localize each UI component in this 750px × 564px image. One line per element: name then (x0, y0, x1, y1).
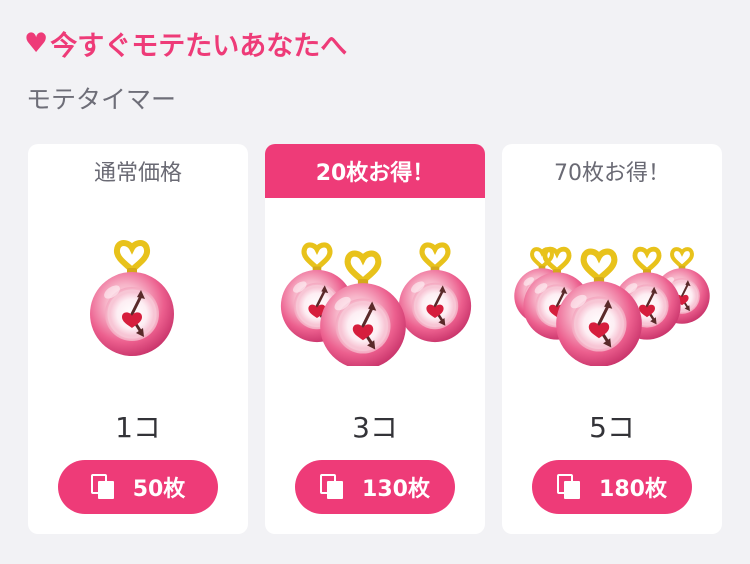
card-label: 通常価格 (93, 161, 182, 186)
timer-group-icon (265, 206, 485, 366)
buy-button-3[interactable]: 130枚 (295, 460, 455, 514)
quantity-label: 3コ (352, 411, 398, 444)
timer-icon (28, 206, 248, 366)
price-card-20-off: 20枚お得！ 3コ 130枚 (265, 144, 485, 534)
buy-button-5[interactable]: 180枚 (532, 460, 692, 514)
card-label: 70枚お得！ (554, 161, 670, 186)
price-card-normal: 通常価格 1コ 50枚 (28, 144, 248, 534)
price-label: 50枚 (132, 477, 186, 502)
discount-banner: 20枚お得！ (265, 144, 485, 198)
price-label: 130枚 (362, 477, 430, 502)
heart-icon: ♥ (24, 28, 49, 59)
price-card-70-off: 70枚お得！ 5コ 180枚 (502, 144, 722, 534)
timer-group-icon (512, 206, 712, 366)
quantity-label: 5コ (589, 411, 635, 444)
buy-button-1[interactable]: 50枚 (58, 460, 218, 514)
headline-text: 今すぐモテたいあなたへ (50, 31, 348, 62)
price-label: 180枚 (599, 477, 667, 502)
quantity-label: 1コ (115, 411, 161, 444)
ticket-icon (557, 474, 581, 499)
item-name: モテタイマー (26, 85, 177, 114)
ticket-icon (320, 474, 344, 499)
ticket-icon (90, 474, 114, 499)
headline: ♥ 今すぐモテたいあなたへ (24, 24, 347, 63)
